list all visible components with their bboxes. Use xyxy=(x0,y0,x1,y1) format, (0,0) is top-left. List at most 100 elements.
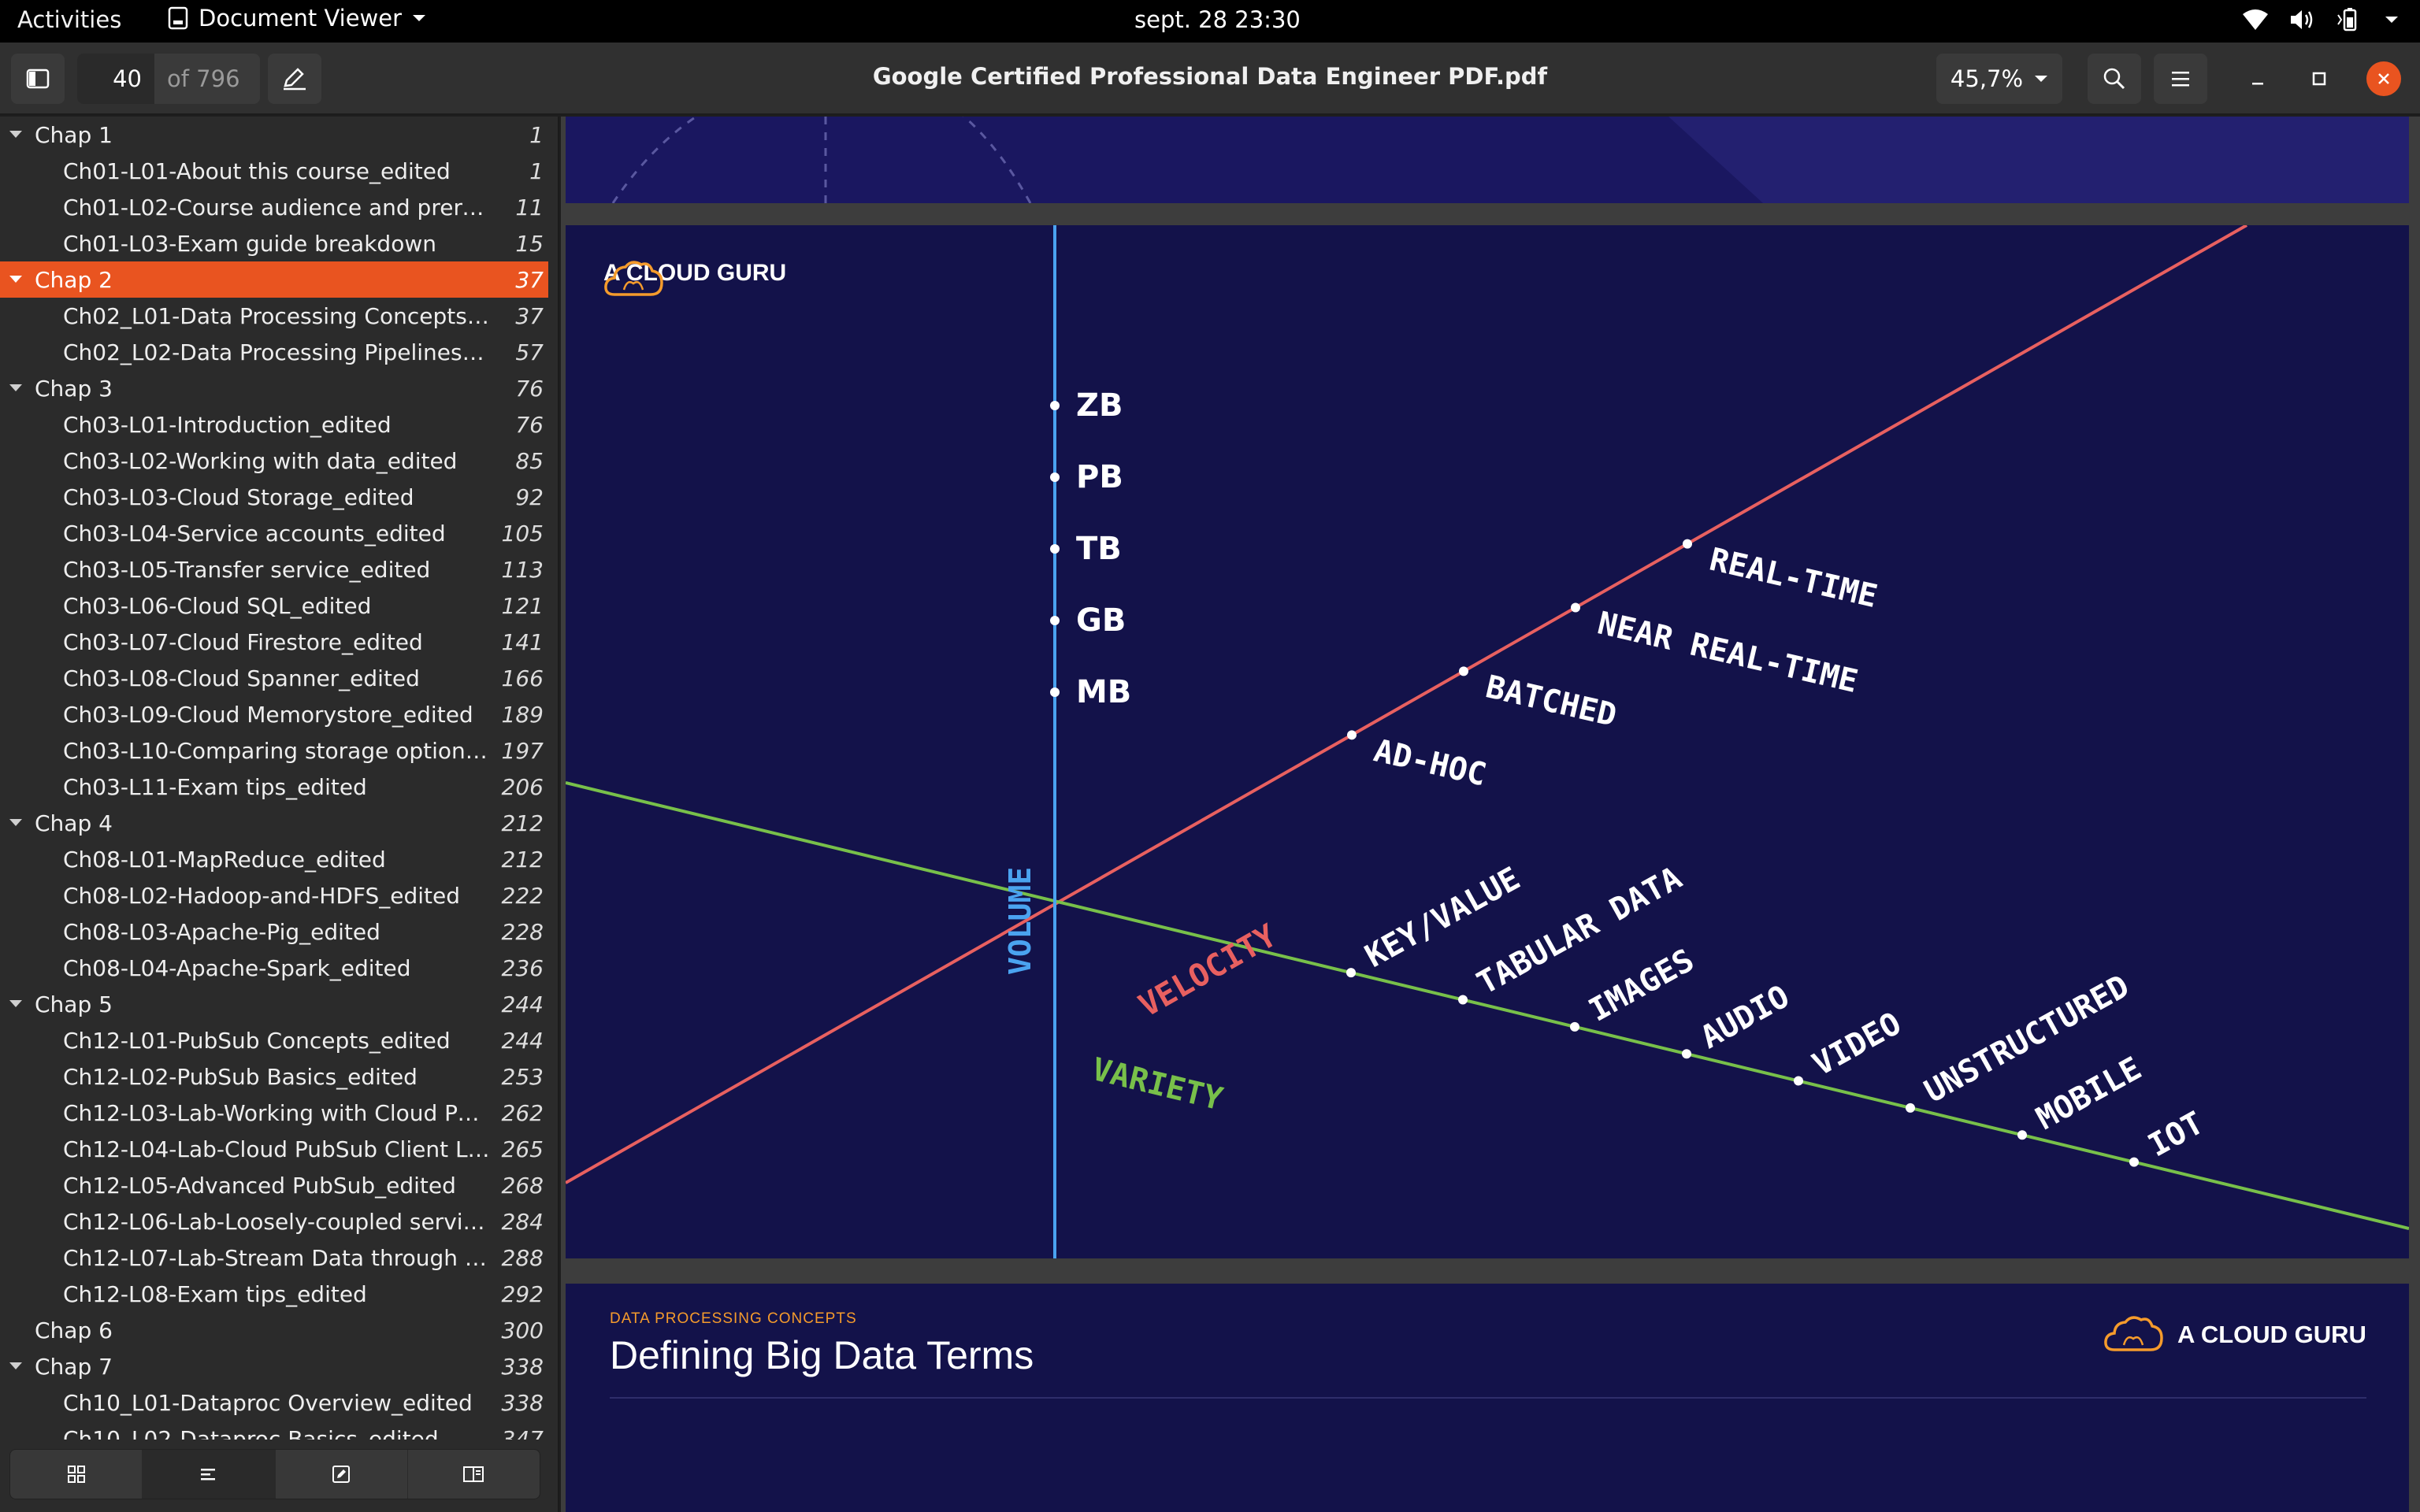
slide-title: Defining Big Data Terms xyxy=(610,1333,1034,1377)
chevron-down-icon xyxy=(2035,76,2048,82)
sidebar-view-switcher xyxy=(9,1449,540,1499)
outline-item-page: 37 xyxy=(515,266,544,293)
outline-item[interactable]: Ch03-L10-Comparing storage options_edite… xyxy=(0,732,548,769)
annotations-tab[interactable] xyxy=(276,1450,408,1499)
outline-item[interactable]: Ch10_L02-Dataproc Basics_edited 347 xyxy=(0,1421,548,1440)
outline-item[interactable]: Ch08-L04-Apache-Spark_edited 236 xyxy=(0,950,548,986)
outline-item[interactable]: Ch03-L01-Introduction_edited 76 xyxy=(0,406,548,443)
outline-item-page: 268 xyxy=(501,1172,544,1199)
expander-arrow-icon[interactable] xyxy=(8,815,24,831)
outline-item-label: Ch02_L01-Data Processing Concepts_edited xyxy=(63,302,493,329)
outline-item[interactable]: Ch03-L08-Cloud Spanner_edited 166 xyxy=(0,660,548,696)
outline-item[interactable]: Ch12-L08-Exam tips_edited 292 xyxy=(0,1276,548,1312)
outline-item-label: Ch10_L01-Dataproc Overview_edited xyxy=(63,1389,473,1416)
slide-brand: A CLOUD GURU xyxy=(603,260,786,296)
outline-item[interactable]: Ch03-L04-Service accounts_edited 105 xyxy=(0,515,548,551)
search-button[interactable] xyxy=(2088,54,2141,104)
volume-icon xyxy=(2291,10,2313,29)
outline-item[interactable]: Ch01-L02-Course audience and prerequisit… xyxy=(0,189,548,225)
outline-item-page: 57 xyxy=(515,339,544,365)
expander-arrow-icon[interactable] xyxy=(8,272,24,287)
outline-chapter[interactable]: Chap 6 300 xyxy=(0,1312,548,1348)
page-selector[interactable]: 40 of 796 xyxy=(77,54,260,104)
outline-item-label: Ch12-L03-Lab-Working with Cloud PubSub_e… xyxy=(63,1099,493,1126)
outline-item[interactable]: Ch12-L04-Lab-Cloud PubSub Client Librari… xyxy=(0,1131,548,1167)
slide-section-kicker: DATA PROCESSING CONCEPTS xyxy=(610,1310,857,1327)
expander-arrow-icon[interactable] xyxy=(8,380,24,396)
close-button[interactable] xyxy=(2366,61,2401,96)
outline-item-page: 37 xyxy=(515,302,544,329)
outline-item[interactable]: Ch03-L02-Working with data_edited 85 xyxy=(0,443,548,479)
attachments-tab[interactable] xyxy=(408,1450,540,1499)
minimize-button[interactable] xyxy=(2240,61,2275,96)
app-menu[interactable]: Document Viewer xyxy=(167,5,427,32)
outline-item[interactable]: Ch02_L02-Data Processing Pipelines_edite… xyxy=(0,334,548,370)
maximize-icon xyxy=(2312,72,2326,86)
search-icon xyxy=(2103,68,2125,90)
outline-item[interactable]: Ch08-L01-MapReduce_edited 212 xyxy=(0,841,548,877)
annotate-button[interactable] xyxy=(268,54,321,104)
thumbnails-tab[interactable] xyxy=(10,1450,143,1499)
outline-item[interactable]: Ch10_L01-Dataproc Overview_edited 338 xyxy=(0,1384,548,1421)
pencil-icon xyxy=(284,68,306,91)
outline-item[interactable]: Ch12-L06-Lab-Loosely-coupled services_ed… xyxy=(0,1203,548,1240)
velocity-tick-dot xyxy=(1459,666,1468,676)
outline-chapter[interactable]: Chap 5 244 xyxy=(0,986,548,1022)
outline-item-page: 11 xyxy=(515,194,544,220)
variety-tick-label: VIDEO xyxy=(1807,1006,1908,1084)
outline-item-page: 253 xyxy=(501,1063,544,1090)
outline-item[interactable]: Ch02_L01-Data Processing Concepts_edited… xyxy=(0,298,548,334)
sidebar-toggle-button[interactable] xyxy=(11,54,65,104)
outline-item[interactable]: Ch12-L01-PubSub Concepts_edited 244 xyxy=(0,1022,548,1058)
outline-item-page: 244 xyxy=(501,1027,544,1054)
maximize-button[interactable] xyxy=(2302,61,2336,96)
expander-arrow-icon[interactable] xyxy=(8,1358,24,1374)
outline-item-label: Chap 6 xyxy=(35,1317,113,1343)
velocity-tick-label: NEAR REAL-TIME xyxy=(1594,605,1861,700)
outline-item-page: 206 xyxy=(501,773,544,800)
outline-chapter[interactable]: Chap 3 76 xyxy=(0,370,548,406)
system-tray[interactable] xyxy=(2242,8,2400,32)
volume-axis-label: VOLUME xyxy=(1003,867,1037,975)
outline-item[interactable]: Ch03-L11-Exam tips_edited 206 xyxy=(0,769,548,805)
page-number-input[interactable]: 40 xyxy=(77,54,154,104)
outline-chapter[interactable]: Chap 2 37 xyxy=(0,261,548,298)
app-menu-label: Document Viewer xyxy=(199,5,403,32)
outline-item[interactable]: Ch03-L05-Transfer service_edited 113 xyxy=(0,551,548,587)
outline-item[interactable]: Ch12-L07-Lab-Stream Data through Cloud P… xyxy=(0,1240,548,1276)
outline-item[interactable]: Ch03-L06-Cloud SQL_edited 121 xyxy=(0,587,548,624)
previous-page-graphic xyxy=(611,117,2409,203)
outline-item[interactable]: Ch01-L01-About this course_edited 1 xyxy=(0,153,548,189)
outline-chapter[interactable]: Chap 1 1 xyxy=(0,117,548,153)
outline-item[interactable]: Ch08-L03-Apache-Pig_edited 228 xyxy=(0,914,548,950)
outline-list[interactable]: Chap 1 1 Ch01-L01-About this course_edited… xyxy=(0,117,558,1440)
outline-item[interactable]: Ch08-L02-Hadoop-and-HDFS_edited 222 xyxy=(0,877,548,914)
variety-tick-dot xyxy=(1794,1076,1803,1086)
outline-icon xyxy=(200,1469,215,1480)
expander-arrow-icon[interactable] xyxy=(8,996,24,1012)
outline-item[interactable]: Ch03-L03-Cloud Storage_edited 92 xyxy=(0,479,548,515)
outline-item[interactable]: Ch12-L05-Advanced PubSub_edited 268 xyxy=(0,1167,548,1203)
main-menu-button[interactable] xyxy=(2154,54,2207,104)
chevron-down-icon xyxy=(2385,17,2398,23)
outline-item[interactable]: Ch12-L02-PubSub Basics_edited 253 xyxy=(0,1058,548,1095)
outline-item-label: Ch03-L08-Cloud Spanner_edited xyxy=(63,665,420,691)
outline-item[interactable]: Ch01-L03-Exam guide breakdown 15 xyxy=(0,225,548,261)
clock[interactable]: sept. 28 23:30 xyxy=(1134,6,1301,33)
expander-arrow-icon[interactable] xyxy=(8,127,24,143)
activities-button[interactable]: Activities xyxy=(17,6,121,33)
outline-scrollbar[interactable] xyxy=(550,117,556,1440)
document-view[interactable]: ZB PB TB GB MB AD-HOC BATCHED NEAR REAL-TIME REA… xyxy=(561,117,2420,1512)
outline-item-label: Ch10_L02-Dataproc Basics_edited xyxy=(63,1425,439,1440)
outline-item-label: Chap 1 xyxy=(35,121,113,148)
outline-tab[interactable] xyxy=(143,1450,276,1499)
outline-item[interactable]: Ch12-L03-Lab-Working with Cloud PubSub_e… xyxy=(0,1095,548,1131)
outline-item-page: 222 xyxy=(501,882,544,909)
outline-item[interactable]: Ch03-L09-Cloud Memorystore_edited 189 xyxy=(0,696,548,732)
outline-chapter[interactable]: Chap 7 338 xyxy=(0,1348,548,1384)
volume-tick-dot xyxy=(1050,616,1060,625)
outline-chapter[interactable]: Chap 4 212 xyxy=(0,805,548,841)
volume-tick-label: GB xyxy=(1076,602,1126,639)
zoom-selector[interactable]: 45,7% xyxy=(1936,54,2062,104)
outline-item[interactable]: Ch03-L07-Cloud Firestore_edited 141 xyxy=(0,624,548,660)
